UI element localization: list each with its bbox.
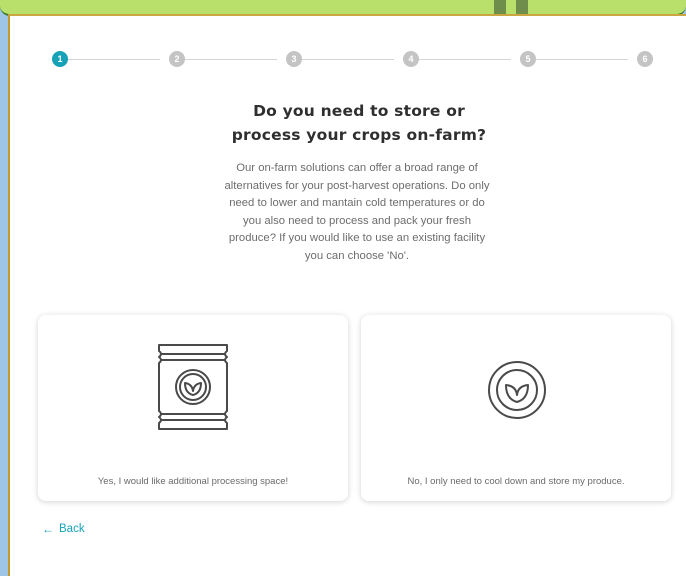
question-title-line1: Do you need to store or xyxy=(253,102,465,120)
arrow-left-icon: ← xyxy=(42,522,54,536)
step-6[interactable]: 6 xyxy=(637,51,653,67)
question-title: Do you need to store or process your cro… xyxy=(200,99,518,147)
step-3[interactable]: 3 xyxy=(286,51,302,67)
option-label-no: No, I only need to cool down and store m… xyxy=(407,476,625,487)
step-4[interactable]: 4 xyxy=(403,51,419,67)
question-description: Our on-farm solutions can offer a broad … xyxy=(224,162,490,262)
step-1[interactable]: 1 xyxy=(52,51,68,67)
back-button[interactable]: ← Back xyxy=(42,522,85,536)
produce-bag-icon xyxy=(158,344,228,430)
leaf-circle-icon xyxy=(488,361,546,419)
option-label-yes: Yes, I would like additional processing … xyxy=(97,476,289,487)
step-5[interactable]: 5 xyxy=(520,51,536,67)
back-label: Back xyxy=(59,523,85,535)
question-title-line2: process your crops on-farm? xyxy=(231,126,487,144)
step-2[interactable]: 2 xyxy=(169,51,185,67)
option-card-yes[interactable]: Yes, I would like additional processing … xyxy=(38,315,348,501)
stepper: 1 2 3 4 5 6 xyxy=(44,51,653,67)
option-card-no[interactable]: No, I only need to cool down and store m… xyxy=(361,315,671,501)
